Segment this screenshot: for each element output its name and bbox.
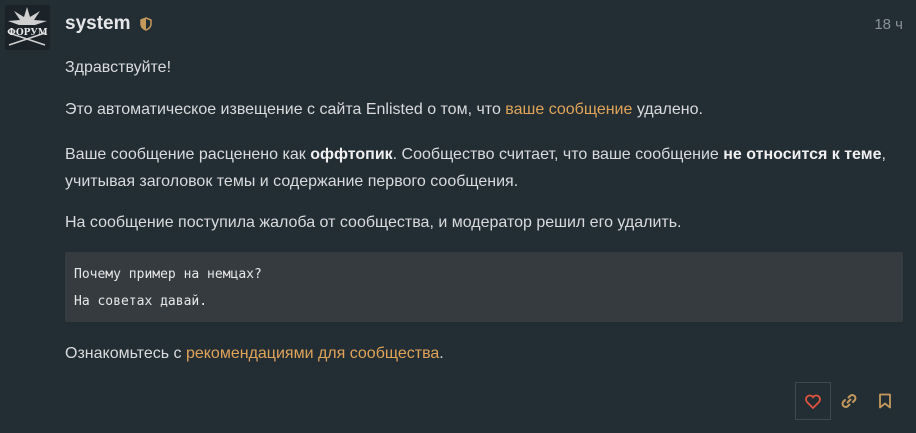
reason-not-on-topic: не относится к теме xyxy=(723,146,882,163)
paragraph-reason: Ваше сообщение расценено как оффтопик. С… xyxy=(65,141,905,195)
like-button[interactable] xyxy=(795,382,831,420)
link-icon xyxy=(841,394,857,408)
avatar-text: ФОРУМ xyxy=(7,28,47,38)
quote-line-1: Почему пример на немцах? xyxy=(74,267,262,282)
notice-text-end: удалено. xyxy=(632,101,703,118)
reason-text-line2: учитывая заголовок темы и содержание пер… xyxy=(65,173,519,190)
paragraph-complaint: На сообщение поступила жалоба от сообщес… xyxy=(65,214,682,231)
reason-offtopic: оффтопик xyxy=(310,146,393,163)
notice-text: Это автоматическое извещение с сайта Enl… xyxy=(65,101,506,118)
paragraph-notice: Это автоматическое извещение с сайта Enl… xyxy=(65,96,905,123)
post-actions xyxy=(795,382,905,420)
quote-line-2: На советах давай. xyxy=(74,294,208,309)
quoted-message: Почему пример на немцах? На советах дава… xyxy=(65,252,903,322)
guidelines-period: . xyxy=(439,345,444,362)
community-guidelines-link[interactable]: рекомендациями для сообщества xyxy=(186,345,439,362)
paragraph-guidelines: Ознакомьтесь с рекомендациями для сообще… xyxy=(65,340,905,367)
avatar[interactable]: ФОРУМ xyxy=(5,5,50,50)
greeting: Здравствуйте! xyxy=(65,59,172,76)
reason-text-2: . Сообщество считает, что ваше сообщение xyxy=(392,146,724,163)
post-time[interactable]: 18 ч xyxy=(874,16,903,33)
shield-icon xyxy=(140,17,152,31)
reason-text: Ваше сообщение расценено как xyxy=(65,146,311,163)
bookmark-button[interactable] xyxy=(867,382,903,420)
username[interactable]: system xyxy=(65,13,131,35)
heart-icon xyxy=(805,394,821,409)
guidelines-text: Ознакомьтесь с xyxy=(65,345,186,362)
your-message-link[interactable]: ваше сообщение xyxy=(505,101,632,118)
share-link-button[interactable] xyxy=(831,382,867,420)
bookmark-icon xyxy=(879,393,891,409)
reason-comma: , xyxy=(881,146,886,163)
